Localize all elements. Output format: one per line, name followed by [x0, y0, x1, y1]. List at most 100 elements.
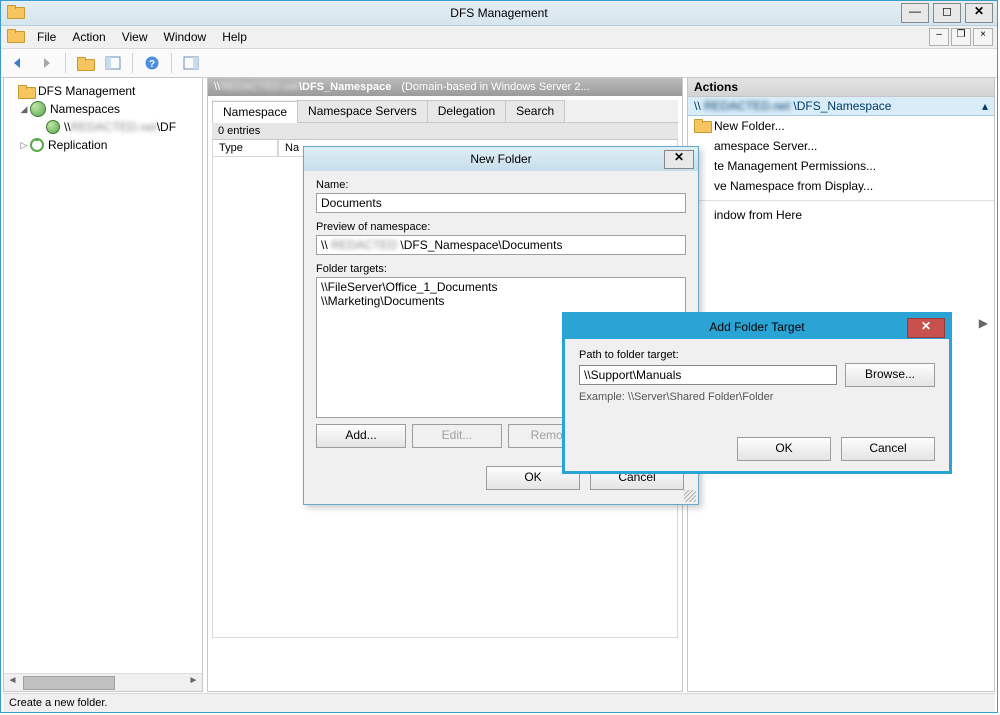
pane-icon: [105, 55, 121, 71]
column-type[interactable]: Type: [212, 140, 278, 157]
mdi-restore-button[interactable]: ❐: [951, 28, 971, 46]
actions-ctx-suffix: \DFS_Namespace: [793, 99, 891, 113]
tab-delegation[interactable]: Delegation: [427, 100, 506, 122]
mdi-controls: – ❐ ×: [929, 28, 993, 46]
status-text: Create a new folder.: [9, 697, 107, 709]
redacted-text: REDACTED.net: [71, 120, 157, 134]
aft-close-button[interactable]: ✕: [907, 318, 945, 338]
new-folder-icon: [694, 119, 708, 129]
aft-title: Add Folder Target: [565, 315, 949, 339]
scroll-left-icon[interactable]: ◄: [4, 675, 21, 690]
mdi-minimize-button[interactable]: –: [929, 28, 949, 46]
expander-icon[interactable]: ◢: [18, 104, 30, 115]
replication-icon: [30, 138, 44, 152]
entries-count: 0 entries: [212, 123, 678, 140]
tab-namespace-servers[interactable]: Namespace Servers: [297, 100, 428, 122]
action-remove-from-display[interactable]: ve Namespace from Display...: [688, 176, 994, 196]
target-item[interactable]: \\Marketing\Documents: [321, 294, 681, 308]
console-tree: DFS Management ◢ Namespaces \\ REDACTED.…: [4, 78, 202, 158]
tree-namespace-item[interactable]: \\ REDACTED.net \DF: [6, 118, 200, 136]
show-actions-button[interactable]: [180, 52, 202, 74]
up-button[interactable]: [74, 52, 96, 74]
menu-file[interactable]: File: [29, 26, 64, 48]
actions-pane-icon: [183, 55, 199, 71]
tree-namespaces-label: Namespaces: [50, 102, 120, 116]
name-input[interactable]: [316, 193, 686, 213]
show-hide-tree-button[interactable]: [102, 52, 124, 74]
action-add-ns-server[interactable]: amespace Server...: [688, 136, 994, 156]
targets-label: Folder targets:: [316, 263, 686, 275]
menu-help[interactable]: Help: [214, 26, 255, 48]
collapse-icon[interactable]: ▴: [982, 99, 988, 113]
target-item[interactable]: \\FileServer\Office_1_Documents: [321, 280, 681, 294]
preview-prefix: \\: [321, 238, 328, 252]
aft-ok-button[interactable]: OK: [737, 437, 831, 461]
name-label: Name:: [316, 179, 686, 191]
svg-text:?: ?: [149, 59, 155, 70]
actions-context: \\ REDACTED.net \DFS_Namespace ▴: [688, 97, 994, 116]
action-delegate-label: te Management Permissions...: [714, 159, 876, 173]
redacted-text: REDACTED.net: [704, 99, 790, 113]
window-controls: — ◻ ✕: [901, 3, 993, 23]
mdi-app-icon: [7, 29, 23, 41]
arrow-left-icon: [10, 55, 26, 71]
menubar: File Action View Window Help – ❐ ×: [1, 26, 997, 49]
expander-icon[interactable]: ▷: [18, 140, 30, 151]
resize-grip[interactable]: [684, 490, 696, 502]
menu-action[interactable]: Action: [64, 26, 113, 48]
tree-h-scrollbar[interactable]: ◄ ►: [4, 673, 202, 691]
actions-ctx-prefix: \\: [694, 99, 701, 113]
aft-body: Path to folder target: Browse... Example…: [565, 339, 949, 471]
path-input[interactable]: [579, 365, 837, 385]
redacted-text: REDACTED.net: [220, 81, 299, 93]
dialog-title: New Folder: [304, 147, 698, 171]
maximize-button[interactable]: ◻: [933, 3, 961, 23]
minimize-button[interactable]: —: [901, 3, 929, 23]
scroll-thumb[interactable]: [23, 676, 115, 690]
dfs-root-icon: [18, 85, 34, 97]
namespaces-icon: [30, 101, 46, 117]
header-desc: (Domain-based in Windows Server 2...: [401, 81, 589, 93]
scroll-right-icon[interactable]: ►: [185, 675, 202, 690]
tree-ns-suffix: \DF: [157, 120, 176, 134]
tree-root[interactable]: DFS Management: [6, 82, 200, 100]
tree-pane: DFS Management ◢ Namespaces \\ REDACTED.…: [3, 77, 203, 692]
action-separator: [688, 200, 994, 201]
close-button[interactable]: ✕: [965, 3, 993, 23]
tab-row: Namespace Namespace Servers Delegation S…: [212, 100, 678, 123]
aft-titlebar: Add Folder Target ✕: [565, 315, 949, 339]
add-target-button[interactable]: Add...: [316, 424, 406, 448]
forward-button[interactable]: [35, 52, 57, 74]
mdi-close-button[interactable]: ×: [973, 28, 993, 46]
toolbar: ?: [1, 49, 997, 78]
dialog-close-button[interactable]: ✕: [664, 150, 694, 169]
main-header: \\ REDACTED.net \DFS_Namespace (Domain-b…: [208, 78, 682, 96]
tree-replication[interactable]: ▷ Replication: [6, 136, 200, 154]
flyout-arrow-icon[interactable]: ▶: [979, 316, 988, 330]
tree-ns-prefix: \\: [64, 120, 71, 134]
action-add-ns-server-label: amespace Server...: [714, 139, 817, 153]
tab-namespace[interactable]: Namespace: [212, 101, 298, 123]
action-remove-label: ve Namespace from Display...: [714, 179, 873, 193]
path-label: Path to folder target:: [579, 349, 935, 361]
action-window-label: indow from Here: [714, 208, 802, 222]
path-example: Example: \\Server\Shared Folder\Folder: [579, 391, 935, 403]
menu-view[interactable]: View: [114, 26, 156, 48]
status-bar: Create a new folder.: [3, 693, 995, 712]
action-new-folder[interactable]: New Folder...: [688, 116, 994, 136]
action-new-window-here[interactable]: indow from Here: [688, 205, 994, 225]
tab-search[interactable]: Search: [505, 100, 565, 122]
browse-button[interactable]: Browse...: [845, 363, 935, 387]
menu-window[interactable]: Window: [156, 26, 215, 48]
preview-suffix: \DFS_Namespace\Documents: [400, 238, 562, 252]
dialog-titlebar: New Folder ✕: [304, 147, 698, 171]
toolbar-separator: [171, 53, 172, 73]
help-button[interactable]: ?: [141, 52, 163, 74]
window-title: DFS Management: [1, 1, 997, 25]
titlebar: DFS Management — ◻ ✕: [1, 1, 997, 26]
back-button[interactable]: [7, 52, 29, 74]
aft-cancel-button[interactable]: Cancel: [841, 437, 935, 461]
arrow-right-icon: [38, 55, 54, 71]
tree-namespaces[interactable]: ◢ Namespaces: [6, 100, 200, 118]
action-delegate-permissions[interactable]: te Management Permissions...: [688, 156, 994, 176]
